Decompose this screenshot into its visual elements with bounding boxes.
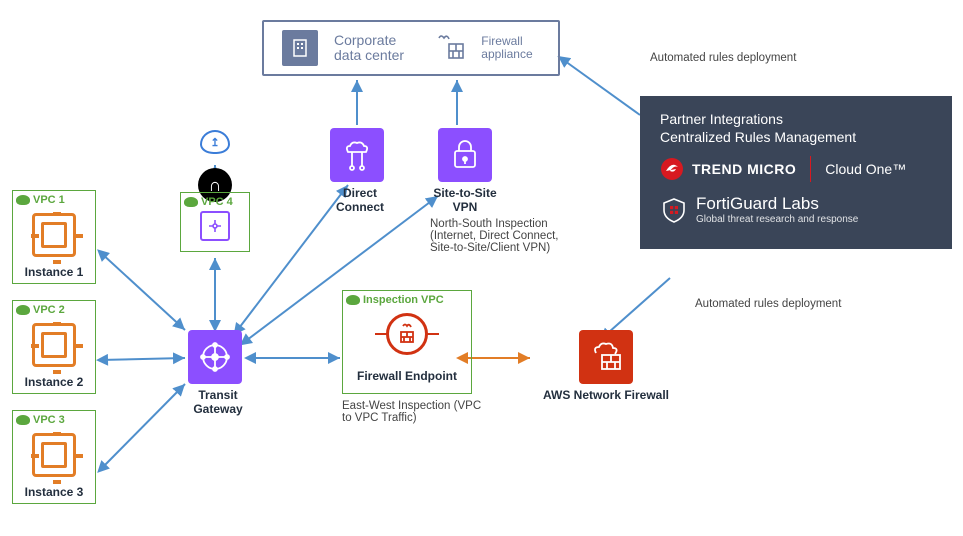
cloud-icon	[16, 195, 30, 205]
fortiguard-row: FortiGuard Labs Global threat research a…	[660, 194, 932, 225]
site-vpn-icon	[438, 128, 492, 182]
north-south-annotation: North-South Inspection (Internet, Direct…	[430, 218, 575, 254]
vpc-2-title: VPC 2	[33, 304, 65, 316]
trend-micro-row: TREND MICRO Cloud One™	[660, 156, 932, 182]
firewall-appliance-icon	[433, 31, 465, 65]
inspection-vpc-box: Inspection VPC Firewall Endpoint	[342, 290, 472, 394]
cloud-icon	[16, 305, 30, 315]
instance-3-label: Instance 3	[13, 485, 95, 499]
connections-layer	[0, 0, 963, 536]
vpc-3-box: VPC 3 Instance 3	[12, 410, 96, 504]
vpc-2-box: VPC 2 Instance 2	[12, 300, 96, 394]
firewall-appliance-label: Firewall appliance	[481, 35, 540, 61]
ec2-instance-icon	[32, 323, 76, 367]
fortiguard-label: FortiGuard Labs	[696, 194, 858, 214]
vpc-4-title: VPC 4	[201, 196, 233, 208]
direct-connect-node: Direct Connect	[330, 128, 390, 215]
cloud-icon	[184, 197, 198, 207]
site-vpn-label: Site-to-Site VPN	[430, 186, 500, 215]
ec2-instance-icon	[32, 213, 76, 257]
east-west-annotation: East-West Inspection (VPC to VPC Traffic…	[342, 400, 482, 424]
direct-connect-icon	[330, 128, 384, 182]
auto-deploy-bottom-annotation: Automated rules deployment	[695, 298, 841, 310]
trend-micro-logo-icon	[660, 157, 684, 181]
partner-integrations-box: Partner IntegrationsCentralized Rules Ma…	[640, 96, 952, 249]
building-icon	[282, 30, 318, 66]
internet-icon: ↥	[200, 130, 230, 154]
gateway-icon	[200, 211, 230, 241]
transit-gateway-label: Transit Gateway	[188, 388, 248, 417]
corporate-datacenter-label: Corporate data center	[334, 33, 417, 64]
vpc-1-box: VPC 1 Instance 1	[12, 190, 96, 284]
instance-2-label: Instance 2	[13, 375, 95, 389]
corporate-datacenter-box: Corporate data center Firewall appliance	[262, 20, 560, 76]
vpc-1-title: VPC 1	[33, 194, 65, 206]
transit-gateway-icon	[188, 330, 242, 384]
vpc-3-title: VPC 3	[33, 414, 65, 426]
fortiguard-shield-icon	[660, 196, 688, 224]
ec2-instance-icon	[32, 433, 76, 477]
inspection-vpc-title: Inspection VPC	[363, 294, 444, 306]
site-vpn-node: Site-to-Site VPN	[430, 128, 500, 215]
trend-micro-label: TREND MICRO	[692, 161, 796, 177]
firewall-endpoint-icon	[386, 313, 428, 355]
fortiguard-sublabel: Global threat research and response	[696, 214, 858, 225]
direct-connect-label: Direct Connect	[330, 186, 390, 215]
cloud-one-label: Cloud One™	[825, 161, 906, 177]
aws-network-firewall-node: AWS Network Firewall	[536, 330, 676, 402]
aws-network-firewall-icon	[579, 330, 633, 384]
cloud-icon	[16, 415, 30, 425]
cloud-icon	[346, 295, 360, 305]
transit-gateway-node: Transit Gateway	[188, 330, 248, 417]
instance-1-label: Instance 1	[13, 265, 95, 279]
vpc-4-box: VPC 4	[180, 192, 250, 252]
partner-title: Partner IntegrationsCentralized Rules Ma…	[660, 110, 932, 146]
aws-network-firewall-label: AWS Network Firewall	[536, 388, 676, 402]
auto-deploy-top-annotation: Automated rules deployment	[650, 52, 796, 64]
firewall-endpoint-label: Firewall Endpoint	[343, 369, 471, 383]
